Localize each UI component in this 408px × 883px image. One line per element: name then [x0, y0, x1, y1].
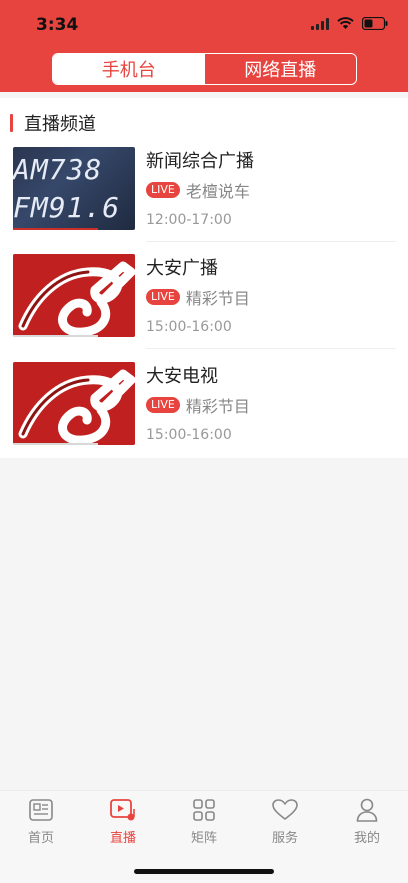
live-row: LIVE 精彩节目 [146, 285, 250, 309]
channel-item[interactable]: 大安电视 LIVE 精彩节目 15:00-16:00 [0, 362, 408, 470]
tab-matrix[interactable]: 矩阵 [174, 797, 234, 847]
tab-label: 直播 [109, 831, 136, 846]
heart-icon [272, 797, 298, 823]
program-time: 15:00-16:00 [146, 319, 232, 335]
status-bar: 3:34 [0, 0, 408, 50]
battery-icon [362, 17, 388, 30]
status-time: 3:34 [36, 15, 79, 35]
station-logo-icon [13, 254, 135, 337]
channel-thumbnail: AM738 FM91.6 [13, 147, 135, 230]
divider [146, 348, 396, 349]
app-screen: 3:34 手机台 网络直播 直播频道 AM738 FM91.6 新闻综合广播 L… [0, 0, 408, 883]
section-accent-bar [10, 114, 13, 132]
channel-title: 大安广播 [146, 258, 218, 279]
program-time: 15:00-16:00 [146, 427, 232, 443]
status-icons [311, 17, 388, 30]
program-time: 12:00-17:00 [146, 212, 232, 228]
live-row: LIVE 老檀说车 [146, 178, 250, 202]
user-icon [354, 797, 380, 823]
tab-network-live[interactable]: 网络直播 [205, 54, 357, 84]
wifi-icon [337, 17, 354, 30]
tab-label: 矩阵 [190, 831, 217, 846]
program-name: 老檀说车 [185, 182, 250, 201]
thumbnail-progress [13, 443, 98, 445]
divider [146, 241, 396, 242]
grid-icon [191, 797, 217, 823]
news-icon [28, 797, 54, 823]
tab-profile[interactable]: 我的 [337, 797, 397, 847]
tab-mobile-station[interactable]: 手机台 [53, 54, 205, 84]
segmented-control: 手机台 网络直播 [52, 53, 357, 85]
station-logo-icon [13, 362, 135, 445]
header: 3:34 手机台 网络直播 [0, 0, 408, 92]
section-title: 直播频道 [24, 114, 96, 135]
tab-label: 我的 [353, 831, 380, 846]
home-indicator [134, 869, 274, 874]
channel-logo [13, 254, 135, 337]
channel-title: 新闻综合广播 [146, 151, 254, 172]
thumbnail-progress [13, 228, 98, 230]
live-badge: LIVE [146, 182, 180, 198]
channel-logo [13, 362, 135, 445]
live-badge: LIVE [146, 397, 180, 413]
tab-home[interactable]: 首页 [11, 797, 71, 847]
program-name: 精彩节目 [185, 289, 250, 308]
tab-service[interactable]: 服务 [255, 797, 315, 847]
channel-item[interactable]: 大安广播 LIVE 精彩节目 15:00-16:00 [0, 254, 408, 362]
live-play-icon [110, 797, 136, 823]
thumbnail-text: FM91.6 [13, 191, 121, 224]
program-name: 精彩节目 [185, 397, 250, 416]
section-header: 直播频道 [10, 113, 96, 135]
tab-live[interactable]: 直播 [93, 797, 153, 847]
thumbnail-text: AM738 [13, 153, 103, 186]
live-channel-list: 直播频道 AM738 FM91.6 新闻综合广播 LIVE 老檀说车 12:00… [0, 98, 408, 458]
tab-label: 服务 [271, 831, 298, 846]
channel-item[interactable]: AM738 FM91.6 新闻综合广播 LIVE 老檀说车 12:00-17:0… [0, 147, 408, 255]
tab-label: 首页 [27, 831, 54, 846]
signal-icon [311, 17, 329, 30]
live-badge: LIVE [146, 289, 180, 305]
thumbnail-progress [13, 335, 98, 337]
live-row: LIVE 精彩节目 [146, 393, 250, 417]
channel-title: 大安电视 [146, 366, 218, 387]
